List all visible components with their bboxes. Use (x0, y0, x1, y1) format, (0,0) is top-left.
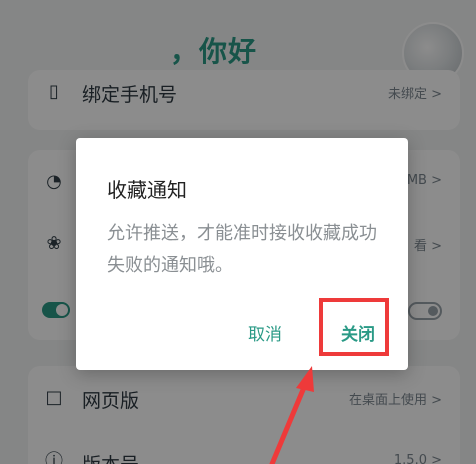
cancel-button[interactable]: 取消 (248, 320, 282, 345)
dialog-title: 收藏通知 (107, 178, 187, 202)
dialog-message: 允许推送，才能准时接收收藏成功失败的通知哦。 (107, 223, 377, 276)
close-button-highlight-box (319, 298, 389, 356)
